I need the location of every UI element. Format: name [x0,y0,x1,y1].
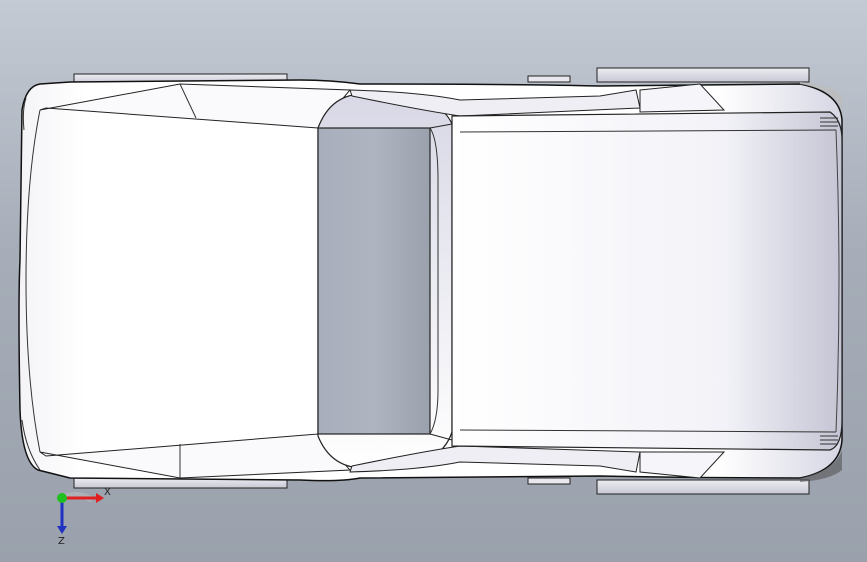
rear-deck[interactable] [451,111,843,451]
triad-origin [57,493,67,503]
orientation-triad: X Z [42,480,112,550]
z-axis-label: Z [58,536,65,547]
x-arrow-head [96,493,104,503]
x-axis-label: X [104,487,111,498]
wheel-rear-left [527,67,810,83]
car-model[interactable] [0,0,867,562]
graphics-viewport[interactable]: X Z [0,0,867,562]
wheel-rear-right [527,477,810,495]
cabin-opening[interactable] [317,93,453,469]
z-arrow-head [57,526,67,534]
